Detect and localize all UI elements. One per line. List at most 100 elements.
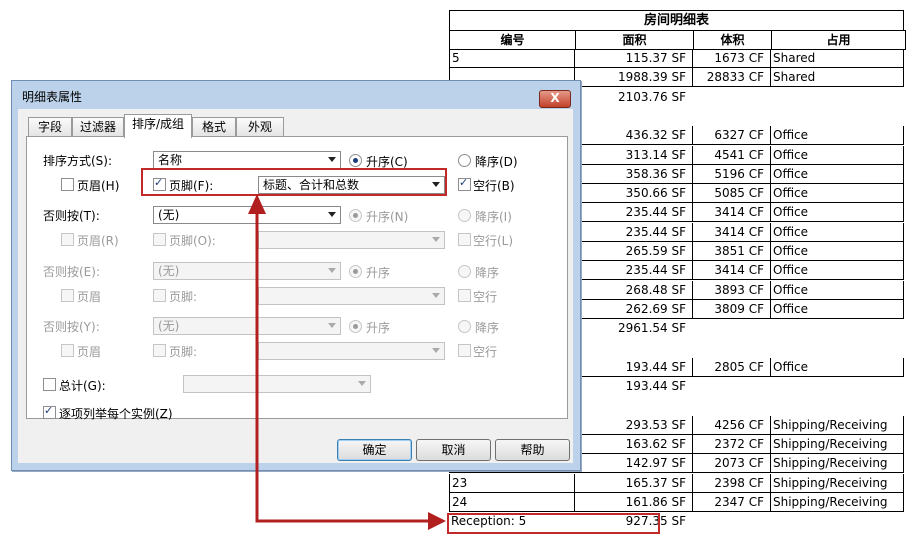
then-by-3-ascending-label: 升序	[366, 321, 391, 335]
schedule-cell-occupancy: Shared	[770, 68, 904, 87]
then-by-1-ascending-radio[interactable]	[349, 209, 362, 222]
then-by-2-value: (无)	[158, 264, 180, 278]
schedule-cell-occupancy: Shipping/Receiving	[770, 454, 904, 473]
schedule-cell-area: 350.66 SF	[574, 184, 692, 203]
then-by-2-descending-label: 降序	[475, 266, 500, 280]
schedule-cell-volume: 6327 CF	[692, 126, 770, 145]
schedule-cell-occupancy: Office	[770, 184, 904, 203]
schedule-cell-area: 193.44 SF	[574, 357, 692, 376]
then-by-2-blank-line-label: 空行	[473, 290, 498, 304]
column-header-occupancy: 占用	[771, 31, 905, 49]
then-by-3-descending-radio[interactable]	[458, 320, 471, 333]
sort-ascending-radio[interactable]	[349, 154, 362, 167]
sort-blank-line-checkbox[interactable]: ✓	[458, 176, 471, 191]
sort-header-checkbox[interactable]	[61, 178, 74, 191]
schedule-cell-volume: 3851 CF	[692, 242, 770, 260]
schedule-title: 房间明细表	[449, 10, 904, 31]
schedule-cell-occupancy: Shared	[770, 49, 904, 67]
close-button[interactable]: X	[539, 90, 571, 108]
schedule-cell-area: 265.59 SF	[574, 242, 692, 260]
schedule-cell-occupancy: Office	[770, 222, 904, 241]
then-by-3-label: 否则按(Y):	[43, 320, 100, 334]
then-by-2-combo[interactable]: (无)	[153, 262, 341, 280]
chevron-down-icon	[328, 212, 336, 217]
schedule-cell-area: 115.37 SF	[574, 49, 692, 67]
ok-button[interactable]: 确定	[337, 439, 412, 461]
then-by-2-ascending-radio[interactable]	[349, 265, 362, 278]
then-by-1-ascending-label: 升序(N)	[366, 210, 409, 224]
then-by-1-combo[interactable]: (无)	[153, 206, 341, 224]
then-by-1-label: 否则按(T):	[43, 209, 100, 223]
then-by-3-value: (无)	[158, 319, 180, 333]
help-button[interactable]: 帮助	[495, 439, 570, 461]
schedule-cell-number: 5	[452, 51, 460, 65]
schedule-cell-area: 436.32 SF	[574, 126, 692, 145]
schedule-cell-volume: 4256 CF	[692, 415, 770, 434]
itemize-label: 逐项列举每个实例(Z)	[59, 407, 173, 421]
dialog-body: 字段 过滤器 排序/成组 格式 外观 排序方式(S): 名称 升序(C) 降序(…	[18, 109, 573, 463]
then-by-3-footer-checkbox[interactable]	[153, 344, 166, 357]
column-header-volume: 体积	[693, 31, 771, 49]
schedule-cell-volume: 2398 CF	[692, 473, 770, 492]
chevron-down-icon	[328, 268, 336, 273]
itemize-checkbox[interactable]: ✓	[43, 404, 56, 419]
tab-fields[interactable]: 字段	[28, 117, 72, 137]
then-by-1-footer-checkbox[interactable]	[153, 233, 166, 246]
then-by-3-footer-combo[interactable]	[258, 342, 445, 360]
chevron-down-icon	[328, 323, 336, 328]
then-by-1-descending-radio[interactable]	[458, 209, 471, 222]
then-by-2-footer-combo[interactable]	[258, 287, 445, 305]
then-by-1-footer-combo[interactable]	[258, 231, 445, 249]
schedule-total-area: 2103.76 SF	[618, 89, 686, 104]
tab-formatting[interactable]: 格式	[192, 117, 236, 137]
cancel-button[interactable]: 取消	[416, 439, 491, 461]
schedule-cell-volume: 3414 CF	[692, 222, 770, 241]
schedule-cell-area: 161.86 SF	[574, 492, 692, 511]
then-by-3-header-checkbox[interactable]	[61, 344, 74, 357]
then-by-2-blank-line-checkbox[interactable]	[458, 289, 471, 302]
tab-appearance[interactable]: 外观	[236, 117, 284, 137]
schedule-cell-area: 268.48 SF	[574, 280, 692, 299]
then-by-3-combo[interactable]: (无)	[153, 317, 341, 335]
then-by-2-descending-radio[interactable]	[458, 265, 471, 278]
sort-descending-radio[interactable]	[458, 154, 471, 167]
schedule-cell-occupancy: Office	[770, 280, 904, 299]
sort-by-label: 排序方式(S):	[43, 154, 113, 168]
dialog-title: 明细表属性	[22, 90, 83, 104]
chevron-down-icon	[432, 348, 440, 353]
schedule-cell-occupancy: Office	[770, 164, 904, 183]
then-by-3-descending-label: 降序	[475, 321, 500, 335]
then-by-2-footer-checkbox[interactable]	[153, 289, 166, 302]
then-by-2-header-label: 页眉	[77, 290, 102, 304]
sort-by-combo[interactable]: 名称	[153, 151, 341, 169]
schedule-cell-area: 358.36 SF	[574, 164, 692, 183]
then-by-1-header-checkbox[interactable]	[61, 233, 74, 246]
then-by-2-header-checkbox[interactable]	[61, 289, 74, 302]
dialog-titlebar[interactable]: 明细表属性 X	[12, 81, 580, 109]
schedule-cell-volume: 1673 CF	[692, 49, 770, 67]
schedule-cell-occupancy: Shipping/Receiving	[770, 492, 904, 511]
then-by-2-label: 否则按(E):	[43, 265, 100, 279]
schedule-cell-volume: 2347 CF	[692, 492, 770, 511]
then-by-1-value: (无)	[158, 208, 180, 222]
schedule-cell-area: 293.53 SF	[574, 415, 692, 434]
schedule-cell-volume: 4541 CF	[692, 145, 770, 164]
schedule-cell-volume: 3893 CF	[692, 280, 770, 299]
then-by-3-blank-line-checkbox[interactable]	[458, 344, 471, 357]
then-by-1-blank-line-checkbox[interactable]	[458, 233, 471, 246]
sort-header-label: 页眉(H)	[77, 179, 120, 193]
schedule-cell-volume: 5196 CF	[692, 164, 770, 183]
schedule-cell-volume: 2805 CF	[692, 357, 770, 376]
then-by-2-footer-label: 页脚:	[169, 290, 198, 304]
tab-sorting-grouping[interactable]: 排序/成组	[124, 114, 192, 138]
schedule-cell-volume: 3809 CF	[692, 299, 770, 318]
column-header-area: 面积	[575, 31, 693, 49]
grand-totals-checkbox[interactable]	[43, 378, 56, 391]
schedule-cell-area: 262.69 SF	[574, 299, 692, 318]
schedule-properties-dialog: 明细表属性 X 字段 过滤器 排序/成组 格式 外观 排序方式(S): 名称 升…	[11, 80, 581, 471]
grand-totals-combo[interactable]	[183, 375, 371, 393]
schedule-cell-area: 163.62 SF	[574, 435, 692, 453]
then-by-3-ascending-radio[interactable]	[349, 320, 362, 333]
tab-filter[interactable]: 过滤器	[72, 117, 124, 137]
footer-highlight-box	[447, 513, 660, 534]
